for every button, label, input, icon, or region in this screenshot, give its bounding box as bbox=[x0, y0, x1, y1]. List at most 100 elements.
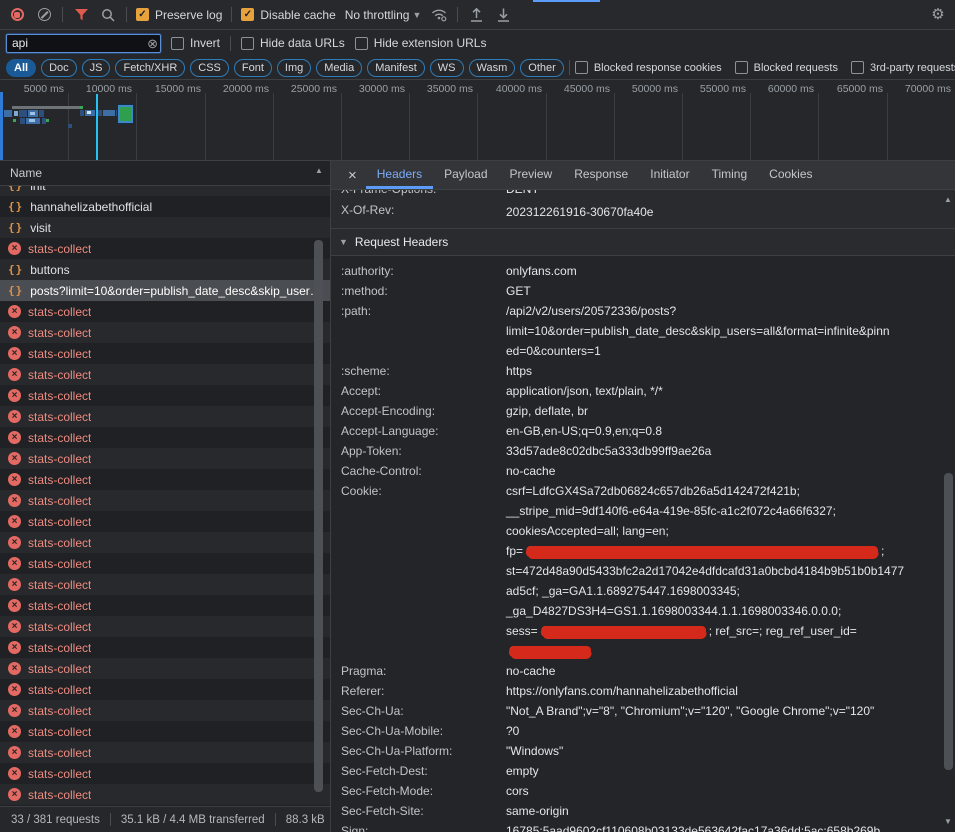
request-row-stats-collect[interactable]: ×stats-collect bbox=[0, 742, 330, 763]
close-details-icon[interactable]: × bbox=[339, 161, 366, 189]
request-row-stats-collect[interactable]: ×stats-collect bbox=[0, 784, 330, 805]
request-name: stats-collect bbox=[28, 452, 91, 466]
type-filter-other[interactable]: Other bbox=[520, 59, 564, 77]
type-filter-img[interactable]: Img bbox=[277, 59, 311, 77]
request-row-stats-collect[interactable]: ×stats-collect bbox=[0, 343, 330, 364]
name-column-header[interactable]: Name bbox=[0, 161, 330, 186]
request-row-stats-collect[interactable]: ×stats-collect bbox=[0, 532, 330, 553]
tab-timing[interactable]: Timing bbox=[701, 161, 759, 189]
request-name: stats-collect bbox=[28, 557, 91, 571]
tab-cookies[interactable]: Cookies bbox=[758, 161, 823, 189]
type-filter-css[interactable]: CSS bbox=[190, 59, 229, 77]
request-row-stats-collect[interactable]: ×stats-collect bbox=[0, 616, 330, 637]
network-overview-timeline[interactable]: 5000 ms10000 ms15000 ms20000 ms25000 ms3… bbox=[0, 80, 955, 161]
3rd-party-requests-checkbox[interactable]: 3rd-party requests bbox=[851, 61, 955, 74]
headers-content: X-Frame-Options:DENYX-Of-Rev:20231226191… bbox=[331, 190, 955, 832]
export-har-icon[interactable] bbox=[494, 6, 512, 24]
request-row-stats-collect[interactable]: ×stats-collect bbox=[0, 763, 330, 784]
request-row-stats-collect[interactable]: ×stats-collect bbox=[0, 364, 330, 385]
filter-icon[interactable] bbox=[72, 6, 90, 24]
request-row-stats-collect[interactable]: ×stats-collect bbox=[0, 637, 330, 658]
request-row-stats-collect[interactable]: ×stats-collect bbox=[0, 490, 330, 511]
request-row-init[interactable]: {}init bbox=[0, 186, 330, 196]
request-row-stats-collect[interactable]: ×stats-collect bbox=[0, 511, 330, 532]
request-list-scrollbar-thumb[interactable] bbox=[314, 240, 323, 792]
error-status-icon: × bbox=[8, 410, 21, 423]
clear-button[interactable] bbox=[35, 6, 53, 24]
header-key: Sec-Fetch-Dest: bbox=[341, 761, 501, 781]
timeline-tick-label: 10000 ms bbox=[66, 83, 132, 95]
type-filter-manifest[interactable]: Manifest bbox=[367, 59, 425, 77]
request-row-stats-collect[interactable]: ×stats-collect bbox=[0, 427, 330, 448]
scroll-up-icon[interactable]: ▲ bbox=[313, 166, 325, 175]
settings-gear-icon[interactable]: ⚙ bbox=[929, 6, 947, 24]
throttling-select[interactable]: No throttling ▼ bbox=[345, 8, 422, 22]
request-row-visit[interactable]: {}visit bbox=[0, 217, 330, 238]
request-row-stats-collect[interactable]: ×stats-collect bbox=[0, 700, 330, 721]
request-name: stats-collect bbox=[28, 788, 91, 802]
timeline-tick-label: 40000 ms bbox=[476, 83, 542, 95]
error-status-icon: × bbox=[8, 536, 21, 549]
request-row-stats-collect[interactable]: ×stats-collect bbox=[0, 322, 330, 343]
preserve-log-checkbox[interactable]: ✓ Preserve log bbox=[136, 8, 222, 22]
type-filter-wasm[interactable]: Wasm bbox=[469, 59, 516, 77]
error-status-icon: × bbox=[8, 662, 21, 675]
request-row-hannahelizabethofficial[interactable]: {}hannahelizabethofficial bbox=[0, 196, 330, 217]
request-row-stats-collect[interactable]: ×stats-collect bbox=[0, 301, 330, 322]
record-button[interactable] bbox=[8, 6, 26, 24]
tab-response[interactable]: Response bbox=[563, 161, 639, 189]
type-filter-font[interactable]: Font bbox=[234, 59, 272, 77]
error-status-icon: × bbox=[8, 305, 21, 318]
request-row-stats-collect[interactable]: ×stats-collect bbox=[0, 469, 330, 490]
type-filter-ws[interactable]: WS bbox=[430, 59, 464, 77]
type-filter-doc[interactable]: Doc bbox=[41, 59, 77, 77]
header-key: Cache-Control: bbox=[341, 461, 501, 481]
filter-input[interactable] bbox=[6, 34, 161, 53]
tab-payload[interactable]: Payload bbox=[433, 161, 498, 189]
request-row-stats-collect[interactable]: ×stats-collect bbox=[0, 406, 330, 427]
tab-headers[interactable]: Headers bbox=[366, 161, 433, 189]
scroll-up-icon[interactable]: ▲ bbox=[942, 195, 954, 204]
type-filter-fetch-xhr[interactable]: Fetch/XHR bbox=[115, 59, 185, 77]
details-tab-bar: × HeadersPayloadPreviewResponseInitiator… bbox=[331, 161, 955, 190]
hide-extension-urls-checkbox[interactable]: Hide extension URLs bbox=[355, 36, 487, 50]
hide-extension-urls-label: Hide extension URLs bbox=[374, 36, 487, 50]
request-row-stats-collect[interactable]: ×stats-collect bbox=[0, 658, 330, 679]
network-conditions-icon[interactable] bbox=[430, 6, 448, 24]
timeline-tick-label: 35000 ms bbox=[407, 83, 473, 95]
grid-line bbox=[887, 93, 888, 160]
search-icon[interactable] bbox=[99, 6, 117, 24]
request-row-stats-collect[interactable]: ×stats-collect bbox=[0, 553, 330, 574]
clear-filter-icon[interactable]: ⊗ bbox=[147, 36, 158, 52]
tab-initiator[interactable]: Initiator bbox=[639, 161, 700, 189]
request-header-entries: :authority:onlyfans.com:method:GET:path:… bbox=[331, 256, 955, 832]
request-row-stats-collect[interactable]: ×stats-collect bbox=[0, 448, 330, 469]
type-filter-js[interactable]: JS bbox=[82, 59, 111, 77]
filter-bar: ⊗ Invert Hide data URLs Hide extension U… bbox=[0, 30, 955, 56]
timeline-tick-label: 5000 ms bbox=[0, 83, 64, 95]
divider bbox=[110, 813, 111, 826]
details-scrollbar-thumb[interactable] bbox=[944, 473, 953, 770]
request-row-stats-collect[interactable]: ×stats-collect bbox=[0, 679, 330, 700]
request-row-stats-collect[interactable]: ×stats-collect bbox=[0, 595, 330, 616]
blocked-response-cookies-checkbox[interactable]: Blocked response cookies bbox=[575, 61, 722, 74]
request-row-buttons[interactable]: {}buttons bbox=[0, 259, 330, 280]
timeline-left-handle[interactable] bbox=[0, 92, 3, 160]
tab-preview[interactable]: Preview bbox=[499, 161, 564, 189]
waterfall-bar bbox=[87, 111, 91, 114]
request-row-stats-collect[interactable]: ×stats-collect bbox=[0, 721, 330, 742]
header-value: onlyfans.com bbox=[506, 261, 933, 281]
import-har-icon[interactable] bbox=[467, 6, 485, 24]
request-row-posts-limit-10-order-publish-date-desc-s[interactable]: {}posts?limit=10&order=publish_date_desc… bbox=[0, 280, 330, 301]
request-headers-section-header[interactable]: ▼ Request Headers bbox=[331, 229, 955, 256]
scroll-down-icon[interactable]: ▼ bbox=[942, 817, 954, 826]
blocked-requests-checkbox[interactable]: Blocked requests bbox=[735, 61, 838, 74]
request-row-stats-collect[interactable]: ×stats-collect bbox=[0, 385, 330, 406]
disable-cache-checkbox[interactable]: ✓ Disable cache bbox=[241, 8, 335, 22]
hide-data-urls-checkbox[interactable]: Hide data URLs bbox=[241, 36, 345, 50]
type-filter-all[interactable]: All bbox=[6, 59, 36, 77]
type-filter-media[interactable]: Media bbox=[316, 59, 362, 77]
request-row-stats-collect[interactable]: ×stats-collect bbox=[0, 238, 330, 259]
invert-checkbox[interactable]: Invert bbox=[171, 36, 220, 50]
request-row-stats-collect[interactable]: ×stats-collect bbox=[0, 574, 330, 595]
